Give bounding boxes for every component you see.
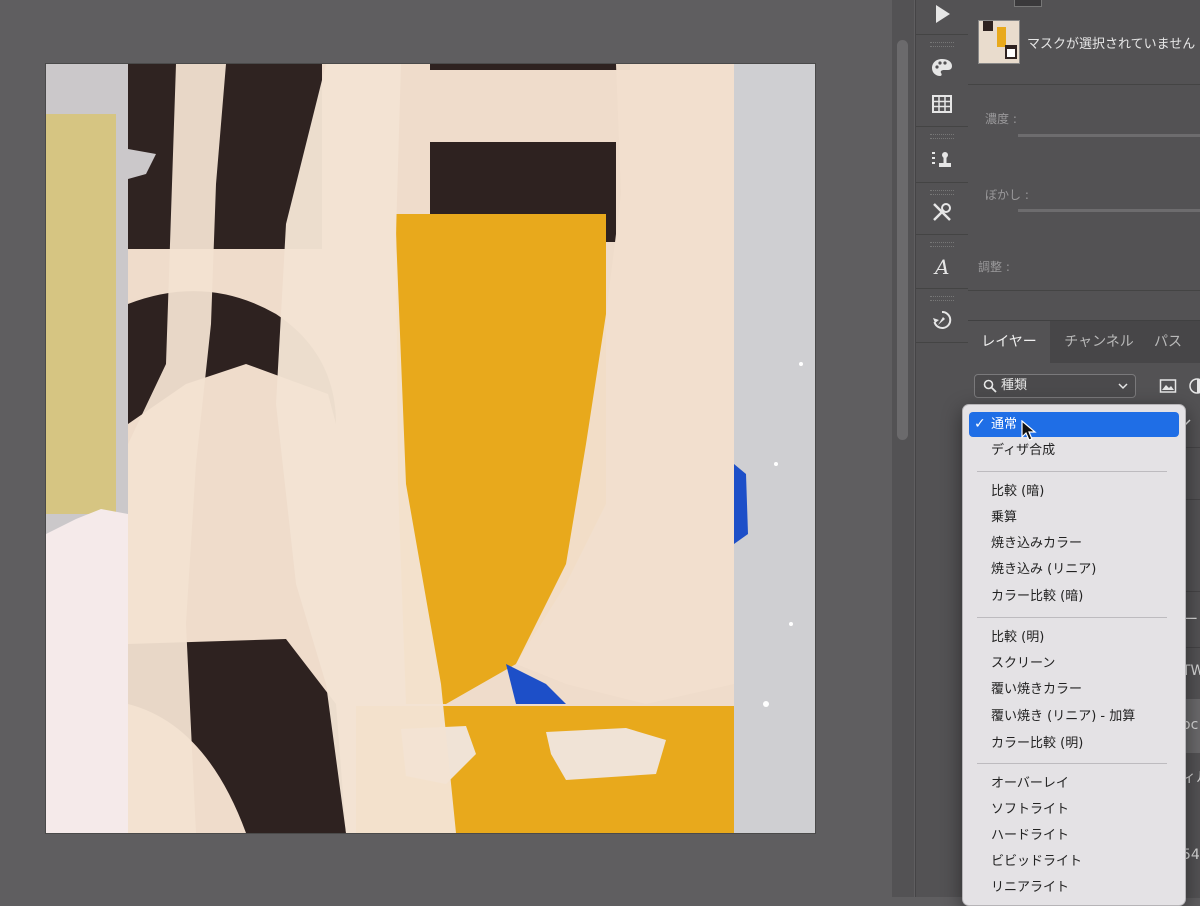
blend-mode-dropdown-menu[interactable]: ✓ 通常 ディザ合成 比較 (暗) 乗算 焼き込みカラー 焼き込み (リニア) …	[962, 404, 1186, 906]
tab-layers[interactable]: レイヤー	[968, 321, 1050, 363]
mask-swatch[interactable]	[1014, 0, 1042, 7]
edge-fragment-1: ー	[1184, 612, 1198, 628]
blend-mode-darken[interactable]: 比較 (暗)	[969, 479, 1179, 504]
play-action-button[interactable]	[916, 0, 968, 34]
checkmark-icon: ✓	[974, 416, 986, 432]
grid-icon	[932, 95, 952, 113]
blend-mode-multiply[interactable]: 乗算	[969, 505, 1179, 530]
history-panel-button[interactable]	[916, 300, 968, 340]
svg-text:A: A	[933, 255, 949, 278]
blend-mode-lighten[interactable]: 比較 (明)	[969, 625, 1179, 650]
mouse-pointer-icon	[1021, 420, 1037, 441]
menu-item-label: 乗算	[991, 510, 1018, 525]
blend-mode-linear-light[interactable]: リニアライト	[969, 875, 1179, 900]
menu-item-label: カラー比較 (明)	[991, 736, 1084, 751]
feather-slider[interactable]	[1018, 209, 1200, 212]
adjustment-filter-icon[interactable]	[1188, 377, 1200, 395]
menu-item-label: 覆い焼き (リニア) - 加算	[991, 709, 1136, 724]
blend-mode-overlay[interactable]: オーバーレイ	[969, 771, 1179, 796]
table-panel-button[interactable]	[916, 84, 968, 124]
mask-status-label: マスクが選択されていません	[1027, 37, 1196, 52]
menu-item-label: ディザ合成	[991, 443, 1056, 458]
blend-mode-linear-burn[interactable]: 焼き込み (リニア)	[969, 557, 1179, 582]
stamp-list-icon	[932, 152, 951, 167]
blend-mode-linear-dodge[interactable]: 覆い焼き (リニア) - 加算	[969, 704, 1179, 729]
density-label: 濃度 :	[985, 112, 1017, 126]
layer-mask-thumbnail[interactable]	[978, 20, 1020, 64]
blend-mode-lighter-color[interactable]: カラー比較 (明)	[969, 731, 1179, 756]
menu-item-label: スクリーン	[991, 656, 1056, 671]
feather-label: ぼかし :	[985, 188, 1029, 202]
blend-mode-normal[interactable]: ✓ 通常	[969, 412, 1179, 437]
menu-item-label: 比較 (明)	[991, 630, 1045, 645]
density-slider[interactable]	[1018, 134, 1200, 137]
menu-item-label: 比較 (暗)	[991, 484, 1045, 499]
chevron-down-icon	[1118, 383, 1128, 390]
play-icon	[936, 5, 950, 23]
blend-mode-soft-light[interactable]: ソフトライト	[969, 797, 1179, 822]
blend-mode-hard-light[interactable]: ハードライト	[969, 823, 1179, 848]
tool-presets-button[interactable]	[916, 192, 968, 232]
collage-artwork[interactable]	[46, 64, 815, 833]
layer-kind-filter-select[interactable]: 種類	[974, 374, 1136, 398]
type-a-icon: A	[933, 255, 949, 278]
adjust-label: 調整 :	[978, 260, 1010, 274]
blend-mode-darker-color[interactable]: カラー比較 (暗)	[969, 584, 1179, 609]
mask-info-row: マスクが選択されていません	[968, 0, 1200, 85]
menu-item-label: 通常	[991, 417, 1018, 432]
menu-item-label: カラー比較 (暗)	[991, 589, 1084, 604]
menu-item-label: ハードライト	[991, 828, 1070, 843]
tab-channels[interactable]: チャンネル	[1050, 321, 1148, 363]
properties-panel: マスクが選択されていません 濃度 : ぼかし : 調整 :	[968, 0, 1200, 320]
canvas-scrollbar-thumb[interactable]	[897, 40, 908, 440]
blend-mode-screen[interactable]: スクリーン	[969, 651, 1179, 676]
document-canvas-area[interactable]	[0, 0, 892, 897]
character-panel-button[interactable]: A	[916, 246, 968, 286]
history-brush-icon	[933, 310, 952, 329]
menu-item-label: ビビッドライト	[991, 854, 1083, 869]
search-icon	[983, 379, 997, 393]
tools-icon	[933, 203, 951, 221]
image-filter-icon[interactable]	[1159, 377, 1177, 395]
kind-filter-value: 種類	[1001, 378, 1028, 393]
menu-item-label: 焼き込みカラー	[991, 536, 1083, 551]
menu-item-label: リニアライト	[991, 880, 1070, 895]
palette-icon	[932, 59, 952, 76]
panel-tool-strip: A	[915, 0, 969, 897]
menu-item-label: オーバーレイ	[991, 776, 1069, 791]
torn-paper-collage-image	[46, 64, 815, 833]
layers-panel-tabs: レイヤー チャンネル パス	[968, 321, 1200, 363]
tab-paths[interactable]: パス	[1148, 321, 1200, 363]
collage-thumbnail-image	[979, 21, 1019, 63]
blend-mode-vivid-light[interactable]: ビビッドライト	[969, 849, 1179, 874]
menu-item-label: 覆い焼きカラー	[991, 682, 1083, 697]
blend-mode-color-dodge[interactable]: 覆い焼きカラー	[969, 677, 1179, 702]
swatches-panel-button[interactable]	[916, 48, 968, 88]
blend-mode-dissolve[interactable]: ディザ合成	[969, 438, 1179, 463]
blend-mode-color-burn[interactable]: 焼き込みカラー	[969, 531, 1179, 556]
menu-item-label: ソフトライト	[991, 802, 1070, 817]
menu-item-label: 焼き込み (リニア)	[991, 562, 1097, 577]
clone-source-panel-button[interactable]	[916, 140, 968, 180]
